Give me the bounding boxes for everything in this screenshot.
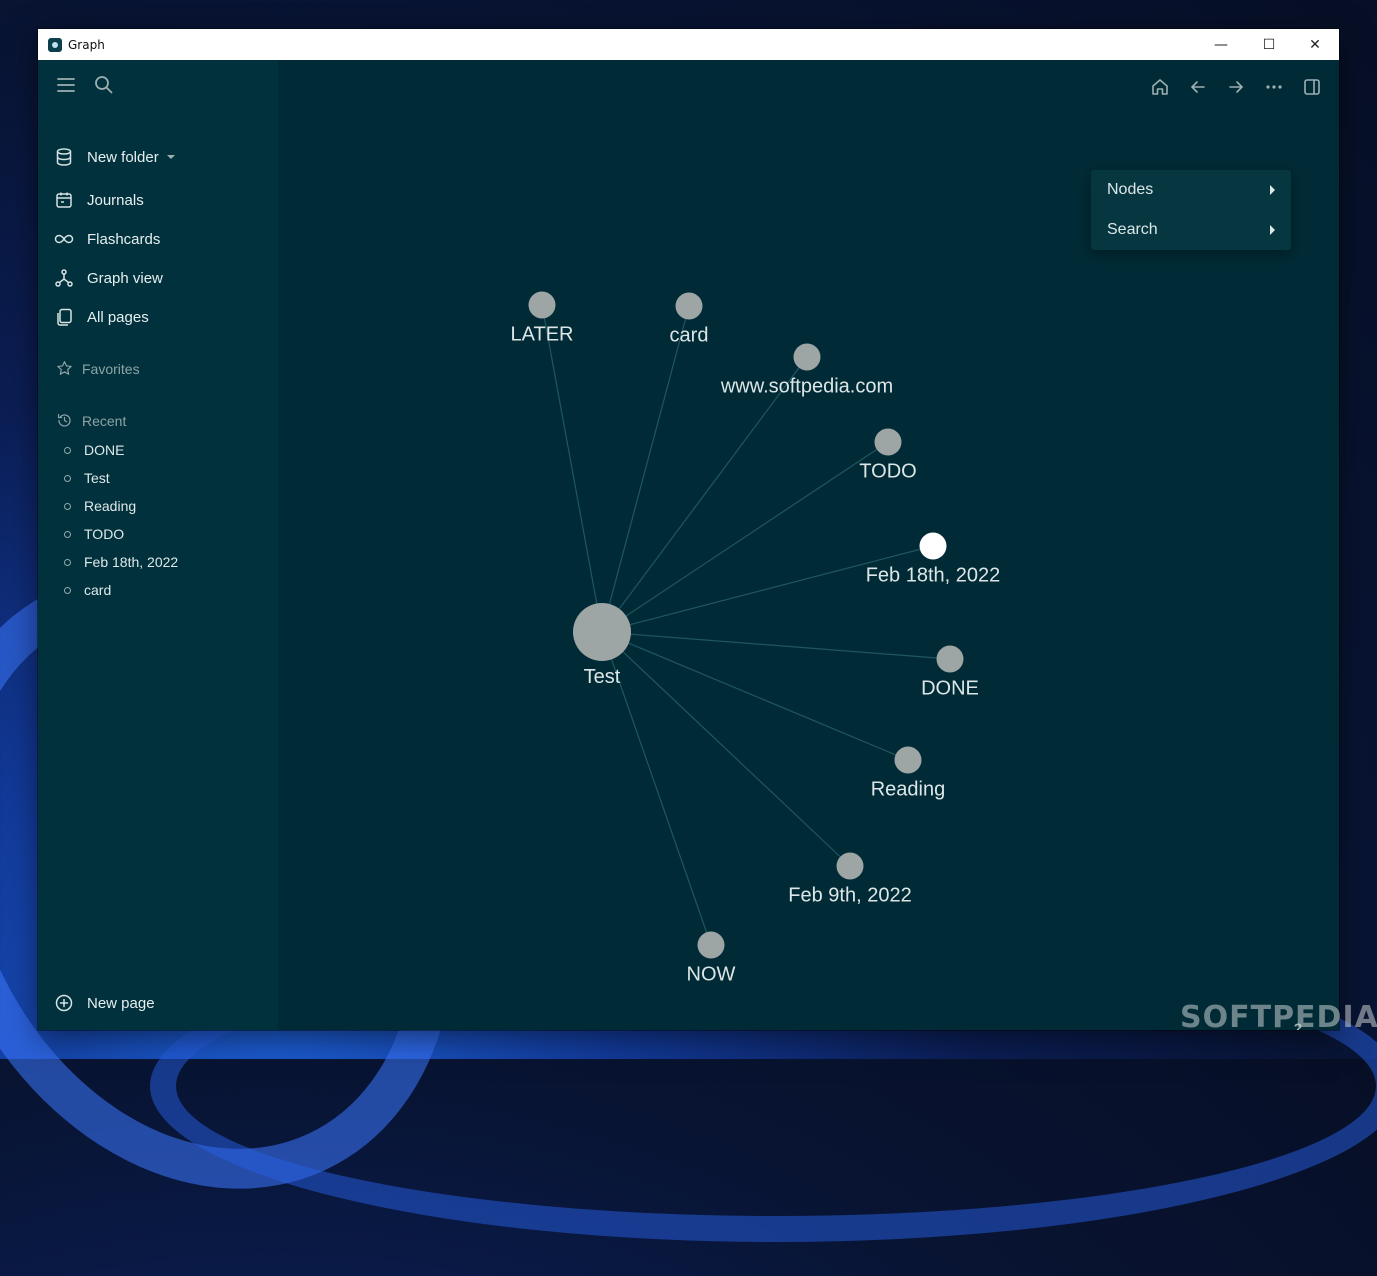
folder-name: New folder xyxy=(87,148,159,166)
graph-node-label[interactable]: Test xyxy=(584,666,621,688)
bullet-icon xyxy=(64,558,71,566)
menu-item-label: Search xyxy=(1107,221,1158,238)
graph-node-label[interactable]: Feb 9th, 2022 xyxy=(788,885,911,907)
calendar-icon xyxy=(56,192,72,208)
maximize-button[interactable]: ☐ xyxy=(1246,29,1292,60)
menu-item-search[interactable]: Search xyxy=(1091,210,1291,250)
recent-item-label: DONE xyxy=(84,442,125,458)
graph-edge xyxy=(601,631,851,867)
graph-node[interactable] xyxy=(675,292,703,320)
graph-node-label[interactable]: TODO xyxy=(859,461,916,483)
recent-item[interactable]: card xyxy=(64,582,111,598)
caret-down-icon xyxy=(166,155,175,159)
graph-node[interactable] xyxy=(936,645,964,673)
graph-settings-menu: Nodes Search xyxy=(1091,170,1291,250)
graph-node-label[interactable]: card xyxy=(670,325,709,347)
new-page-label: New page xyxy=(87,994,155,1012)
graph-node-label[interactable]: Reading xyxy=(871,779,946,801)
graph-node[interactable] xyxy=(919,532,947,560)
history-icon xyxy=(57,413,71,427)
graph-icon xyxy=(55,269,73,287)
minimize-button[interactable]: — xyxy=(1198,29,1244,60)
left-sidebar: New folder Journals Flashcards Graph vie… xyxy=(38,60,278,1030)
favorites-label: Favorites xyxy=(82,360,140,377)
graph-edge xyxy=(601,356,808,633)
nav-journals-label: Journals xyxy=(87,191,144,209)
graph-view: Test LATER card www.softpedia.com TODO Feb 18… xyxy=(278,60,1339,1030)
graph-node-label[interactable]: www.softpedia.com xyxy=(720,376,893,398)
recent-item[interactable]: Test xyxy=(64,470,110,486)
bullet-icon xyxy=(64,446,71,454)
recent-item[interactable]: Reading xyxy=(64,498,136,514)
right-sidebar-toggle-icon[interactable] xyxy=(1300,75,1324,99)
nav-flashcards[interactable]: Flashcards xyxy=(54,224,160,254)
caret-right-icon xyxy=(1270,185,1275,195)
graph-node[interactable] xyxy=(528,291,556,319)
recent-item-label: Reading xyxy=(84,498,137,514)
star-icon xyxy=(57,361,72,375)
graph-edge xyxy=(601,545,934,633)
graph-node[interactable] xyxy=(697,931,725,959)
recent-item-label: Feb 18th, 2022 xyxy=(84,554,179,570)
recent-item-label: TODO xyxy=(84,526,125,542)
app-logo-icon xyxy=(48,37,62,52)
recent-label: Recent xyxy=(82,412,127,429)
recent-item-label: Test xyxy=(84,470,110,486)
graph-node-label[interactable]: LATER xyxy=(511,324,574,346)
graph-node[interactable] xyxy=(874,428,902,456)
forward-arrow-icon[interactable] xyxy=(1224,75,1248,99)
folder-selector[interactable]: New folder xyxy=(54,142,175,172)
softpedia-watermark: SOFTPEDIA xyxy=(1180,1000,1377,1035)
nav-all-pages-label: All pages xyxy=(87,308,149,326)
pages-icon xyxy=(57,308,72,326)
database-icon xyxy=(56,148,72,166)
bullet-icon xyxy=(64,502,71,510)
bullet-icon xyxy=(64,530,71,538)
nav-flashcards-label: Flashcards xyxy=(87,230,161,248)
graph-node[interactable] xyxy=(573,603,631,661)
bullet-icon xyxy=(64,474,71,482)
recent-item[interactable]: Feb 18th, 2022 xyxy=(64,554,178,570)
more-options-icon[interactable] xyxy=(1262,75,1286,99)
favorites-header[interactable]: Favorites xyxy=(56,360,140,377)
graph-edge xyxy=(601,631,909,761)
graph-node-label[interactable]: DONE xyxy=(921,678,979,700)
search-icon[interactable] xyxy=(94,75,114,100)
plus-circle-icon xyxy=(55,994,73,1012)
close-button[interactable]: ✕ xyxy=(1292,29,1338,60)
new-page-button[interactable]: New page xyxy=(54,988,155,1018)
menu-item-label: Nodes xyxy=(1107,181,1154,198)
app-window: Graph — ☐ ✕ New folder Journals Flashcar… xyxy=(38,29,1339,1030)
graph-node[interactable] xyxy=(793,343,821,371)
back-arrow-icon[interactable] xyxy=(1186,75,1210,99)
recent-header[interactable]: Recent xyxy=(56,412,126,429)
menu-icon[interactable] xyxy=(56,76,76,99)
home-icon[interactable] xyxy=(1148,75,1172,99)
title-bar: Graph — ☐ ✕ xyxy=(38,29,1339,60)
recent-item[interactable]: DONE xyxy=(64,442,124,458)
graph-edge xyxy=(601,631,951,660)
graph-node[interactable] xyxy=(894,746,922,774)
graph-node-label[interactable]: Feb 18th, 2022 xyxy=(866,565,1001,587)
graph-edge xyxy=(541,304,603,633)
graph-node-label[interactable]: NOW xyxy=(687,964,736,986)
nav-graph-view-label: Graph view xyxy=(87,269,163,287)
nav-graph-view[interactable]: Graph view xyxy=(54,263,163,293)
menu-item-nodes[interactable]: Nodes xyxy=(1091,170,1291,210)
recent-item-label: card xyxy=(84,582,112,598)
recent-item[interactable]: TODO xyxy=(64,526,124,542)
nav-all-pages[interactable]: All pages xyxy=(54,302,149,332)
bullet-icon xyxy=(64,586,71,594)
window-title: Graph xyxy=(68,37,105,52)
graph-node[interactable] xyxy=(836,852,864,880)
caret-right-icon xyxy=(1270,225,1275,235)
infinity-icon xyxy=(54,234,74,244)
nav-journals[interactable]: Journals xyxy=(54,185,144,215)
